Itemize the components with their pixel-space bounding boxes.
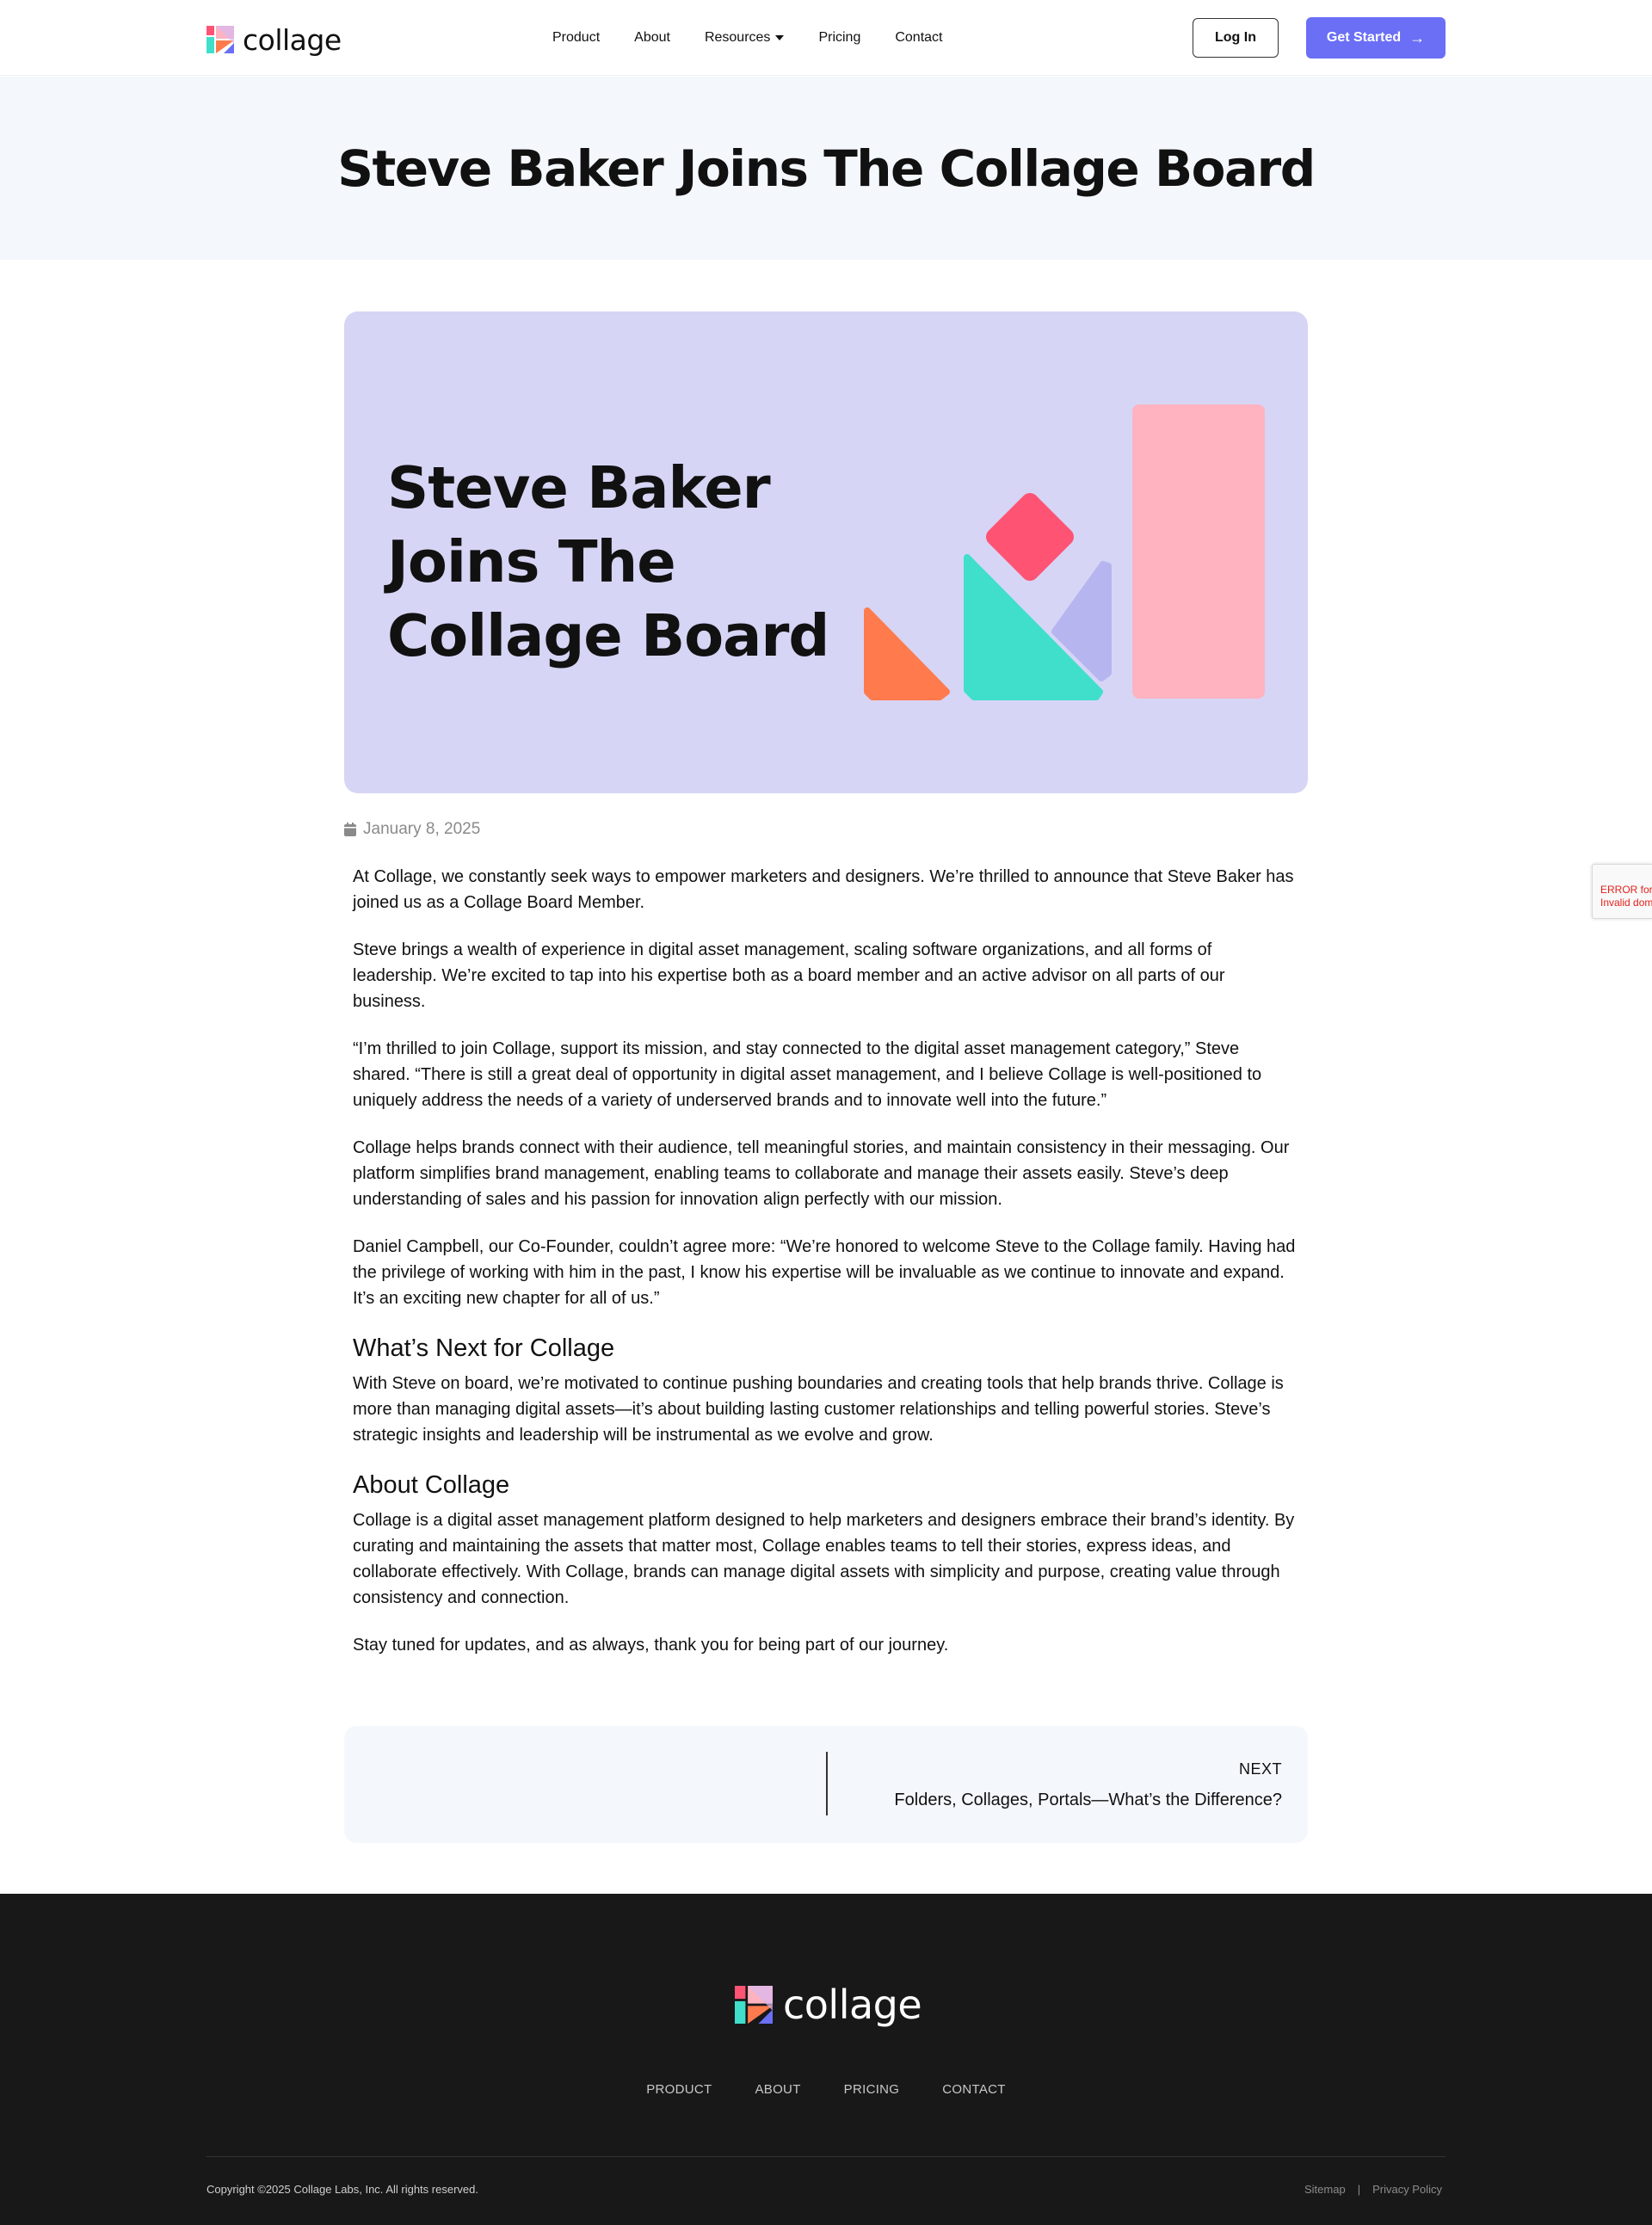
footer-link-contact[interactable]: CONTACT <box>942 2082 1005 2097</box>
calendar-icon <box>344 823 356 836</box>
nav-item-pricing[interactable]: Pricing <box>818 30 860 46</box>
site-header: collage Product About Resources Pricing … <box>0 0 1652 76</box>
main-nav: Product About Resources Pricing Contact <box>552 0 942 76</box>
legal-separator: | <box>1357 2183 1361 2196</box>
footer-logo[interactable]: collage <box>735 1985 922 2025</box>
footer-link-pricing[interactable]: PRICING <box>844 2082 900 2097</box>
next-post-link[interactable]: Folders, Collages, Portals—What’s the Di… <box>894 1790 1282 1810</box>
page-title: Steve Baker Joins The Collage Board <box>337 139 1316 198</box>
collage-shapes-illustration <box>864 404 1265 700</box>
post-date-text: January 8, 2025 <box>363 820 481 838</box>
pink-diamond-shape <box>985 492 1075 582</box>
login-button[interactable]: Log In <box>1193 18 1279 58</box>
section-heading-whats-next: What’s Next for Collage <box>353 1334 615 1362</box>
copyright-text: Copyright ©2025 Collage Labs, Inc. All r… <box>206 2183 478 2196</box>
get-started-button[interactable]: Get Started → <box>1306 17 1446 59</box>
next-post-label: NEXT <box>1238 1760 1282 1778</box>
featured-title-line-1: Steve Baker <box>387 454 771 521</box>
featured-image: Steve Baker Joins The Collage Board <box>344 311 1308 793</box>
nav-item-resources-label: Resources <box>704 30 771 45</box>
nav-item-about[interactable]: About <box>634 30 670 46</box>
orange-triangle-shape <box>864 607 950 700</box>
article-paragraph: “I’m thrilled to join Collage, support i… <box>353 1039 1262 1110</box>
featured-image-title: Steve Baker Joins The Collage Board <box>387 451 835 673</box>
footer-divider <box>206 2156 1446 2157</box>
legal-links: Sitemap | Privacy Policy <box>1304 2183 1442 2196</box>
pink-bar-shape <box>1132 404 1265 699</box>
collage-logo-icon <box>206 26 234 53</box>
footer-link-about[interactable]: ABOUT <box>755 2082 800 2097</box>
nav-item-resources[interactable]: Resources <box>704 30 785 46</box>
site-footer: collage PRODUCT ABOUT PRICING CONTACT Co… <box>0 1894 1652 2225</box>
post-navigation: NEXT Folders, Collages, Portals—What’s t… <box>344 1726 1308 1843</box>
footer-logo-wordmark: collage <box>783 1982 922 2028</box>
article-paragraph: Collage is a digital asset management pl… <box>353 1511 1295 1607</box>
logo-wordmark: collage <box>243 22 342 57</box>
section-heading-about: About Collage <box>353 1471 510 1499</box>
featured-title-line-2: Joins The <box>387 528 676 595</box>
post-date: January 8, 2025 <box>344 819 480 840</box>
article-paragraph: Steve brings a wealth of experience in d… <box>353 940 1225 1011</box>
article-body: At Collage, we constantly seek ways to e… <box>353 864 1299 1680</box>
article-closing: Stay tuned for updates, and as always, t… <box>353 1636 949 1655</box>
nav-item-contact[interactable]: Contact <box>895 30 942 46</box>
nav-item-product[interactable]: Product <box>552 30 600 46</box>
privacy-policy-link[interactable]: Privacy Policy <box>1372 2183 1442 2196</box>
article-paragraph: With Steve on board, we’re motivated to … <box>353 1374 1284 1445</box>
article-paragraph: Daniel Campbell, our Co-Founder, couldn’… <box>353 1237 1296 1308</box>
header-logo[interactable]: collage <box>206 24 342 55</box>
recaptcha-error-line-2: Invalid domain for site key <box>1600 897 1652 909</box>
arrow-right-icon: → <box>1409 29 1426 46</box>
footer-nav: PRODUCT ABOUT PRICING CONTACT <box>0 2082 1652 2097</box>
article-paragraph: Collage helps brands connect with their … <box>353 1138 1290 1209</box>
get-started-label: Get Started <box>1326 30 1402 45</box>
collage-logo-icon <box>735 1986 773 2024</box>
article-paragraph: At Collage, we constantly seek ways to e… <box>353 867 1294 912</box>
footer-link-product[interactable]: PRODUCT <box>646 2082 712 2097</box>
recaptcha-error-line-1: ERROR for site owner: <box>1600 884 1652 896</box>
sitemap-link[interactable]: Sitemap <box>1304 2183 1346 2196</box>
recaptcha-error-badge[interactable]: ERROR for site owner: Invalid domain for… <box>1592 864 1652 919</box>
featured-title-line-3: Collage Board <box>387 602 829 669</box>
caret-down-icon <box>775 35 785 40</box>
nav-divider <box>826 1752 828 1815</box>
